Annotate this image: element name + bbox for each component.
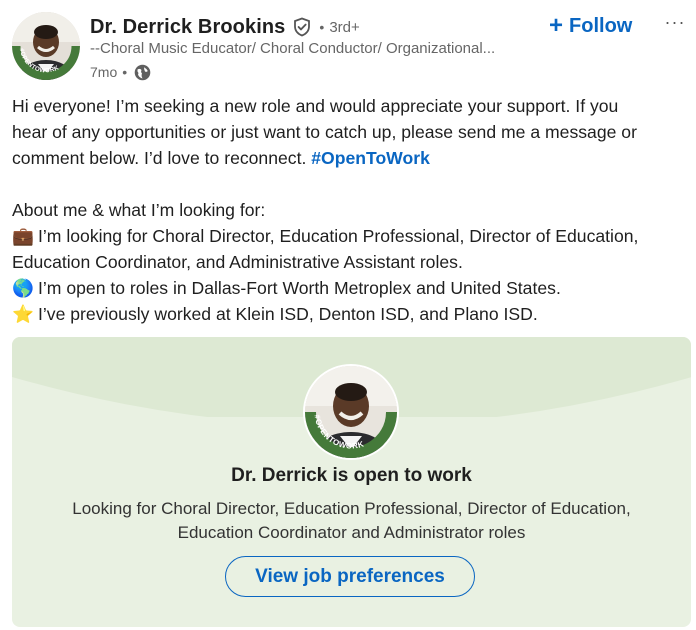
globe-emoji-icon: 🌎 (12, 278, 34, 298)
connection-degree: 3rd+ (329, 18, 360, 36)
commentary-line: hear of any opportunities or just want t… (12, 122, 637, 142)
commentary-line: Hi everyone! I’m seeking a new role and … (12, 96, 619, 116)
commentary-text: comment below. I’d love to reconnect. (12, 148, 312, 168)
feed-post: #OPENTOWORK Dr. Derrick Brookins • 3rd+ … (0, 0, 696, 630)
more-options-button[interactable]: ··· (663, 12, 687, 36)
follow-label: Follow (569, 14, 633, 37)
open-to-work-ring: #OPENTOWORK (12, 45, 80, 80)
separator-dot: • (122, 64, 128, 80)
commentary-line: 💼 I’m looking for Choral Director, Educat… (12, 223, 688, 249)
commentary-line: Education Coordinator, and Administrativ… (12, 252, 463, 272)
ellipsis-icon: ··· (664, 12, 686, 32)
open-to-work-title: Dr. Derrick is open to work (231, 465, 472, 486)
briefcase-icon: 💼 (12, 226, 34, 246)
hashtag-link[interactable]: #OpenToWork (311, 148, 430, 168)
previous-text: I’ve previously worked at Klein ISD, Den… (38, 304, 538, 324)
separator-dot: • (319, 19, 325, 35)
actor-name[interactable]: Dr. Derrick Brookins (90, 16, 285, 39)
commentary-line: comment below. I’d love to reconnect. #O… (12, 145, 688, 171)
avatar[interactable]: #OPENTOWORK (12, 12, 80, 80)
verified-shield-icon (292, 17, 312, 37)
commentary-line: About me & what I’m looking for: (12, 200, 266, 220)
locations-text: I’m open to roles in Dallas-Fort Worth M… (38, 278, 561, 298)
commentary-line: 🌎 I’m open to roles in Dallas-Fort Worth … (12, 275, 688, 301)
globe-icon (134, 64, 151, 81)
post-meta: 7mo • (90, 62, 151, 82)
post-commentary: Hi everyone! I’m seeking a new role and … (12, 93, 688, 327)
follow-button[interactable]: + Follow (549, 10, 632, 42)
open-to-work-avatar: #OPENTOWORK (303, 364, 399, 460)
plus-icon: + (549, 12, 564, 39)
post-time: 7mo (90, 64, 118, 80)
open-to-work-description: Looking for Choral Director, Education P… (72, 499, 631, 542)
star-icon: ⭐ (12, 304, 34, 324)
view-job-preferences-button[interactable]: View job preferences (225, 556, 475, 597)
commentary-line: ⭐ I’ve previously worked at Klein ISD, De… (12, 301, 688, 327)
open-to-work-card[interactable]: #OPENTOWORK Dr. Derrick is open to work … (12, 337, 691, 627)
actor-headline: --Choral Music Educator/ Choral Conducto… (90, 40, 496, 57)
actor-name-row: Dr. Derrick Brookins • 3rd+ (90, 14, 360, 40)
roles-text: I’m looking for Choral Director, Educati… (38, 226, 639, 246)
